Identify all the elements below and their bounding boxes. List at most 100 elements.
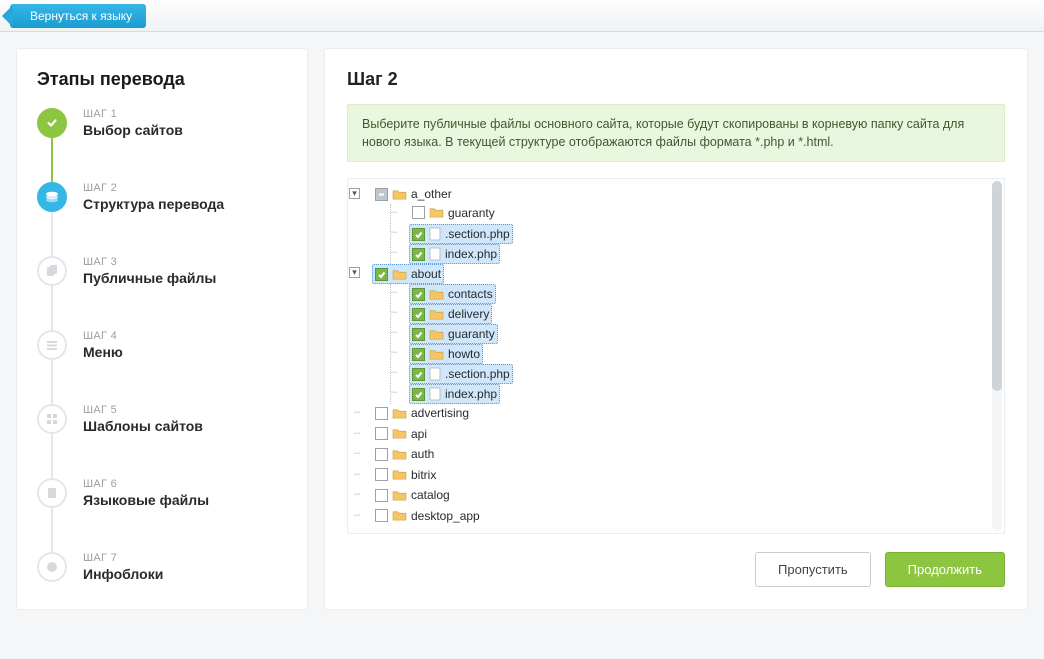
- tree-node-label: api: [411, 425, 427, 443]
- checkbox-checked[interactable]: [412, 328, 425, 341]
- step-3[interactable]: ШАГ 3 Публичные файлы: [37, 256, 289, 286]
- folder-icon: [429, 328, 444, 341]
- checkbox-checked[interactable]: [412, 388, 425, 401]
- step-label: Меню: [83, 344, 123, 360]
- main-panel: Шаг 2 Выберите публичные файлы основного…: [324, 48, 1028, 610]
- tree-node-desktop-app[interactable]: desktop_app: [354, 507, 994, 528]
- step-label: Инфоблоки: [83, 566, 163, 582]
- action-buttons: Пропустить Продолжить: [347, 552, 1005, 587]
- checkbox-unchecked[interactable]: [412, 206, 425, 219]
- tree-node-label: bitrix: [411, 466, 436, 484]
- step-kicker: ШАГ 6: [83, 478, 209, 490]
- checkbox-unchecked[interactable]: [375, 509, 388, 522]
- checkbox-checked[interactable]: [412, 348, 425, 361]
- checkbox-unchecked[interactable]: [375, 489, 388, 502]
- folder-icon: [429, 288, 444, 301]
- scrollbar-thumb[interactable]: [992, 181, 1002, 391]
- step-label: Структура перевода: [83, 196, 224, 212]
- tree-node-label: .section.php: [445, 365, 510, 383]
- folder-icon: [392, 188, 407, 201]
- tree-node-about[interactable]: ▾ about contacts delivery guaranty howto: [354, 264, 994, 404]
- checkbox-unchecked[interactable]: [375, 448, 388, 461]
- checkbox-unchecked[interactable]: [375, 468, 388, 481]
- file-icon: [429, 227, 441, 241]
- tree-node-label: index.php: [445, 385, 497, 403]
- file-tree-scroll[interactable]: ▾ a_other: [348, 179, 1004, 533]
- tree-node-bitrix[interactable]: bitrix: [354, 466, 994, 487]
- tree-node-contacts[interactable]: contacts: [391, 284, 994, 304]
- step-kicker: ШАГ 4: [83, 330, 123, 342]
- file-tree: ▾ a_other: [354, 185, 994, 527]
- tree-node-label: a_other: [411, 185, 452, 203]
- step-6[interactable]: ШАГ 6 Языковые файлы: [37, 478, 289, 508]
- checkbox-unchecked[interactable]: [375, 427, 388, 440]
- steps-panel: Этапы перевода ШАГ 1 Выбор сайтов: [16, 48, 308, 610]
- tree-node-label: auth: [411, 445, 434, 463]
- file-tree-container: ▾ a_other: [347, 178, 1005, 534]
- tree-node-delivery[interactable]: delivery: [391, 304, 994, 324]
- step-kicker: ШАГ 7: [83, 552, 163, 564]
- folder-icon: [429, 206, 444, 219]
- files-icon: [45, 264, 59, 278]
- page-title: Шаг 2: [347, 69, 1005, 90]
- folder-icon: [392, 427, 407, 440]
- step-kicker: ШАГ 3: [83, 256, 216, 268]
- back-to-language-button[interactable]: Вернуться к языку: [10, 4, 146, 28]
- file-icon: [429, 247, 441, 261]
- folder-icon: [392, 489, 407, 502]
- step-label: Шаблоны сайтов: [83, 418, 203, 434]
- language-files-icon: [45, 486, 59, 500]
- tree-node-index-php[interactable]: index.php: [391, 244, 994, 264]
- folder-icon: [392, 448, 407, 461]
- tree-node-howto[interactable]: howto: [391, 344, 994, 364]
- top-bar: Вернуться к языку: [0, 0, 1044, 32]
- tree-node-label: .section.php: [445, 225, 510, 243]
- checkbox-checked[interactable]: [412, 308, 425, 321]
- step-label: Выбор сайтов: [83, 122, 183, 138]
- tree-node-auth[interactable]: auth: [354, 445, 994, 466]
- step-7[interactable]: ШАГ 7 Инфоблоки: [37, 552, 289, 582]
- continue-button[interactable]: Продолжить: [885, 552, 1005, 587]
- menu-icon: [45, 338, 59, 352]
- tree-node-guaranty[interactable]: guaranty: [391, 204, 994, 225]
- skip-button[interactable]: Пропустить: [755, 552, 871, 587]
- step-kicker: ШАГ 5: [83, 404, 203, 416]
- tree-node-section-php2[interactable]: .section.php: [391, 364, 994, 384]
- tree-node-section-php[interactable]: .section.php: [391, 224, 994, 244]
- tree-node-label: desktop_app: [411, 507, 480, 525]
- step-5[interactable]: ШАГ 5 Шаблоны сайтов: [37, 404, 289, 434]
- tree-node-catalog[interactable]: catalog: [354, 486, 994, 507]
- checkbox-checked[interactable]: [412, 288, 425, 301]
- tree-node-label: index.php: [445, 245, 497, 263]
- step-4[interactable]: ШАГ 4 Меню: [37, 330, 289, 360]
- layers-icon: [44, 189, 60, 205]
- infoblocks-icon: [45, 560, 59, 574]
- tree-node-a_other[interactable]: ▾ a_other: [354, 185, 994, 264]
- collapse-icon[interactable]: ▾: [349, 188, 360, 199]
- tree-node-label: contacts: [448, 285, 493, 303]
- file-icon: [429, 367, 441, 381]
- checkbox-unchecked[interactable]: [375, 407, 388, 420]
- tree-node-index-php2[interactable]: index.php: [391, 384, 994, 404]
- step-1[interactable]: ШАГ 1 Выбор сайтов: [37, 108, 289, 138]
- checkbox-checked[interactable]: [412, 228, 425, 241]
- tree-node-guaranty2[interactable]: guaranty: [391, 324, 994, 344]
- info-message: Выберите публичные файлы основного сайта…: [347, 104, 1005, 162]
- checkbox-checked[interactable]: [375, 268, 388, 281]
- tree-node-label: advertising: [411, 404, 469, 422]
- collapse-icon[interactable]: ▾: [349, 267, 360, 278]
- tree-node-label: guaranty: [448, 325, 495, 343]
- checkbox-checked[interactable]: [412, 368, 425, 381]
- checkbox-mixed[interactable]: [375, 188, 388, 201]
- tree-node-advertising[interactable]: advertising: [354, 404, 994, 425]
- tree-node-label: catalog: [411, 486, 450, 504]
- folder-icon: [392, 268, 407, 281]
- templates-icon: [45, 412, 59, 426]
- step-kicker: ШАГ 1: [83, 108, 183, 120]
- step-2[interactable]: ШАГ 2 Структура перевода: [37, 182, 289, 212]
- tree-node-api[interactable]: api: [354, 425, 994, 446]
- step-label: Публичные файлы: [83, 270, 216, 286]
- tree-node-label: guaranty: [448, 204, 495, 222]
- checkbox-checked[interactable]: [412, 248, 425, 261]
- file-icon: [429, 387, 441, 401]
